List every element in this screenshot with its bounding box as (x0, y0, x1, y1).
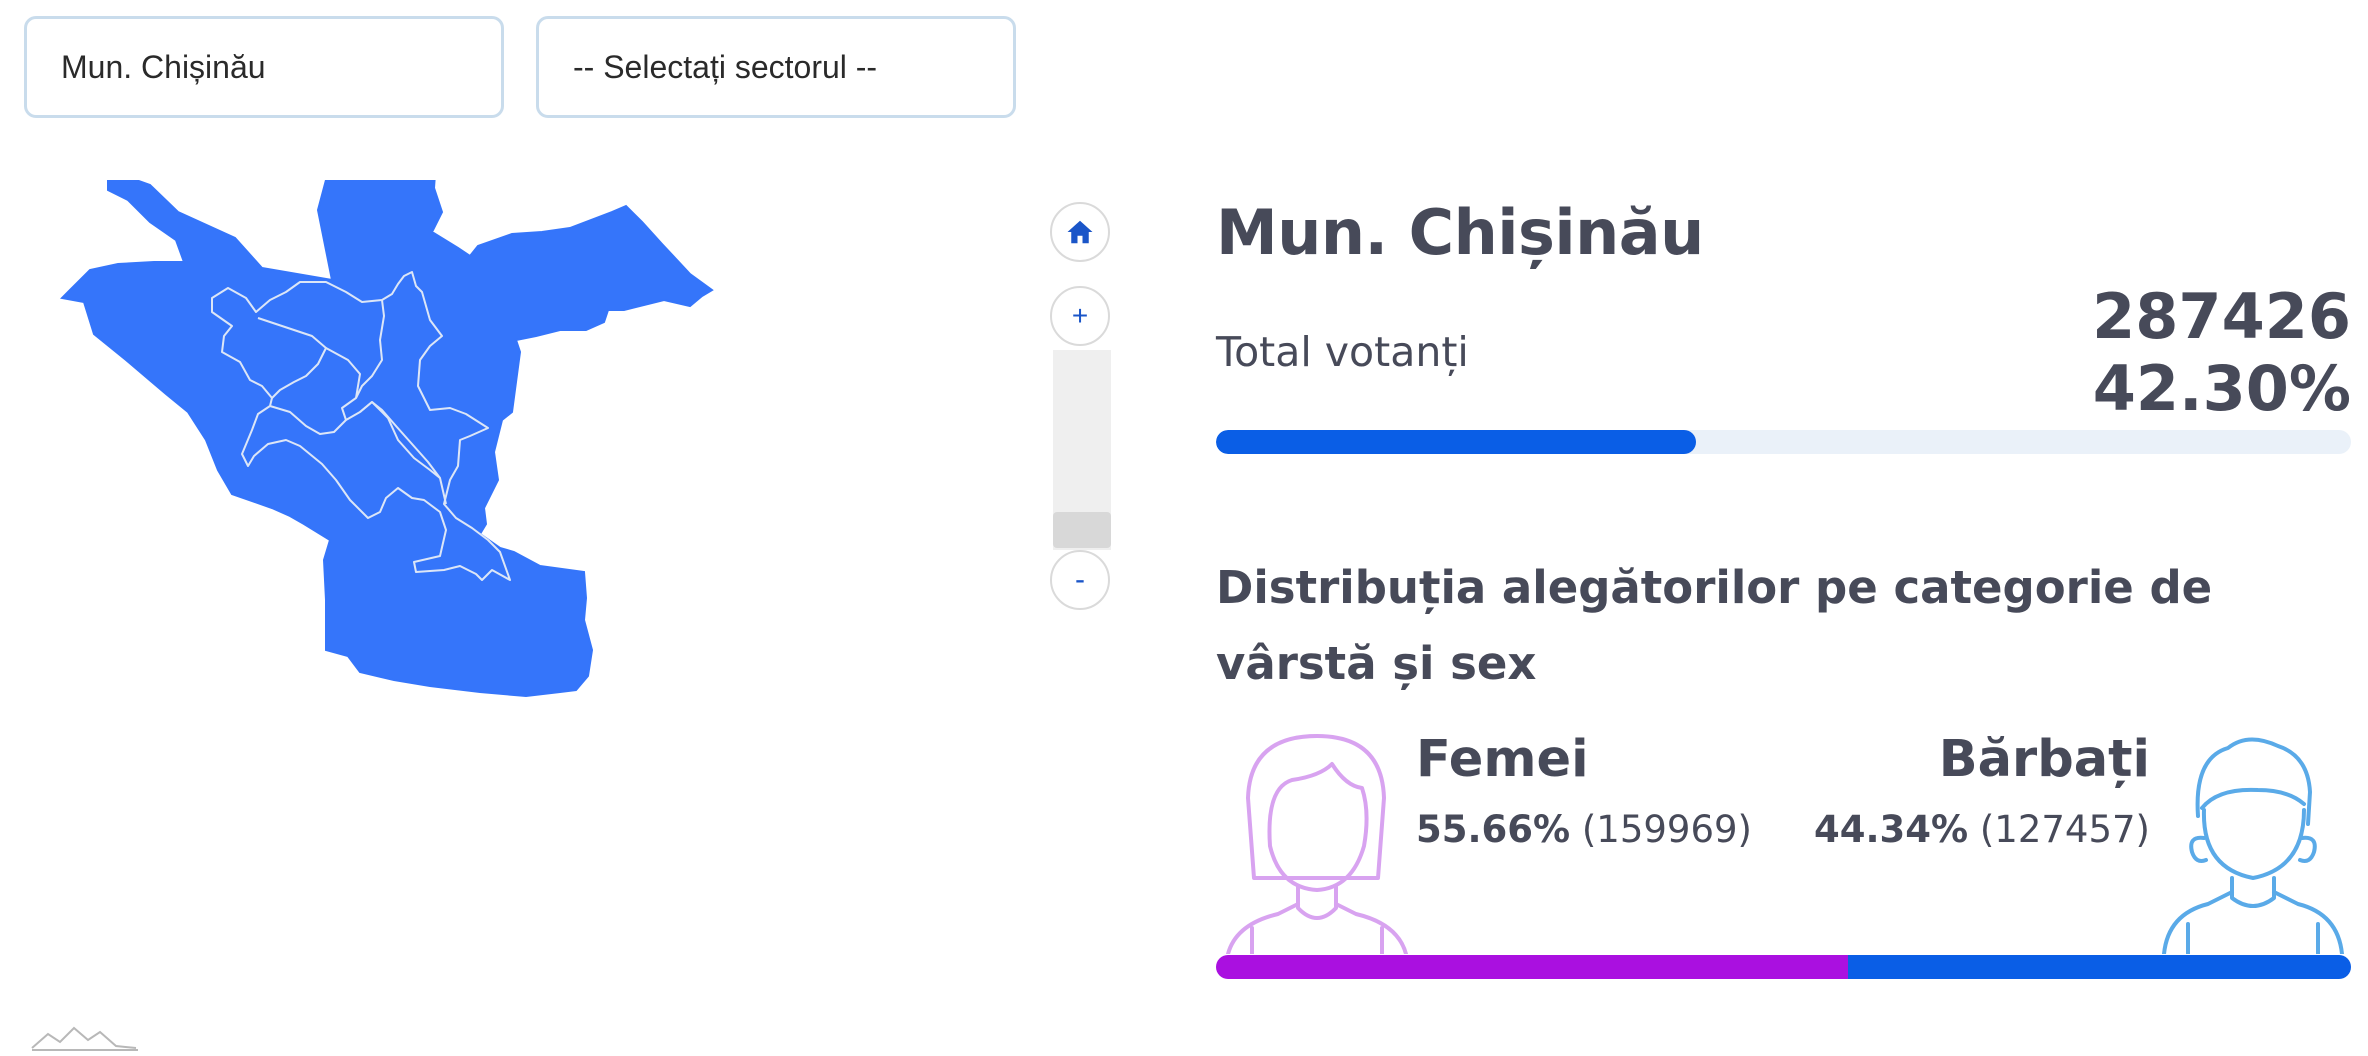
zoom-out-label: - (1075, 563, 1085, 596)
male-label: Bărbați (1938, 730, 2150, 789)
city-select-value: Mun. Chișinău (61, 48, 266, 85)
distribution-heading: Distribuția alegătorilor pe categorie de… (1216, 561, 2213, 690)
zoom-out-button[interactable]: - (1050, 550, 1110, 610)
female-stats: 55.66% (159969) (1416, 808, 1752, 851)
sector-select-value: -- Selectați sectorul -- (573, 48, 878, 85)
female-label: Femei (1416, 730, 1589, 789)
female-count: (159969) (1581, 808, 1752, 851)
region-title: Mun. Chișinău (1216, 196, 1704, 269)
gender-split-male-fill (1847, 955, 2351, 979)
city-select[interactable]: Mun. Chișinău (24, 16, 504, 118)
total-voters-count: 287426 (2092, 280, 2351, 353)
sector-select[interactable]: -- Selectați sectorul -- (536, 16, 1016, 118)
zoom-in-label: + (1071, 300, 1089, 331)
male-count: (127457) (1979, 808, 2150, 851)
zoom-in-button[interactable]: + (1050, 286, 1110, 346)
turnout-progress-fill (1216, 430, 1697, 454)
female-percent: 55.66% (1416, 808, 1571, 851)
zoom-slider-handle[interactable] (1053, 512, 1111, 548)
map-home-button[interactable] (1050, 202, 1110, 262)
chisinau-map[interactable] (60, 180, 1100, 1056)
total-voters-label: Total votanți (1216, 328, 1469, 376)
home-icon (1067, 220, 1093, 244)
male-percent: 44.34% (1814, 808, 1969, 851)
gender-split-female-fill (1216, 955, 1848, 979)
gender-split-bar (1216, 955, 2351, 979)
total-voters-percent: 42.30% (2092, 352, 2351, 425)
male-avatar-icon (2162, 737, 2344, 954)
turnout-progress-bar (1216, 430, 2351, 454)
municipality-region[interactable] (60, 180, 714, 698)
male-stats: 44.34% (127457) (1814, 808, 2150, 851)
map-library-logo-icon (31, 1026, 138, 1051)
female-avatar-icon (1226, 734, 1408, 954)
